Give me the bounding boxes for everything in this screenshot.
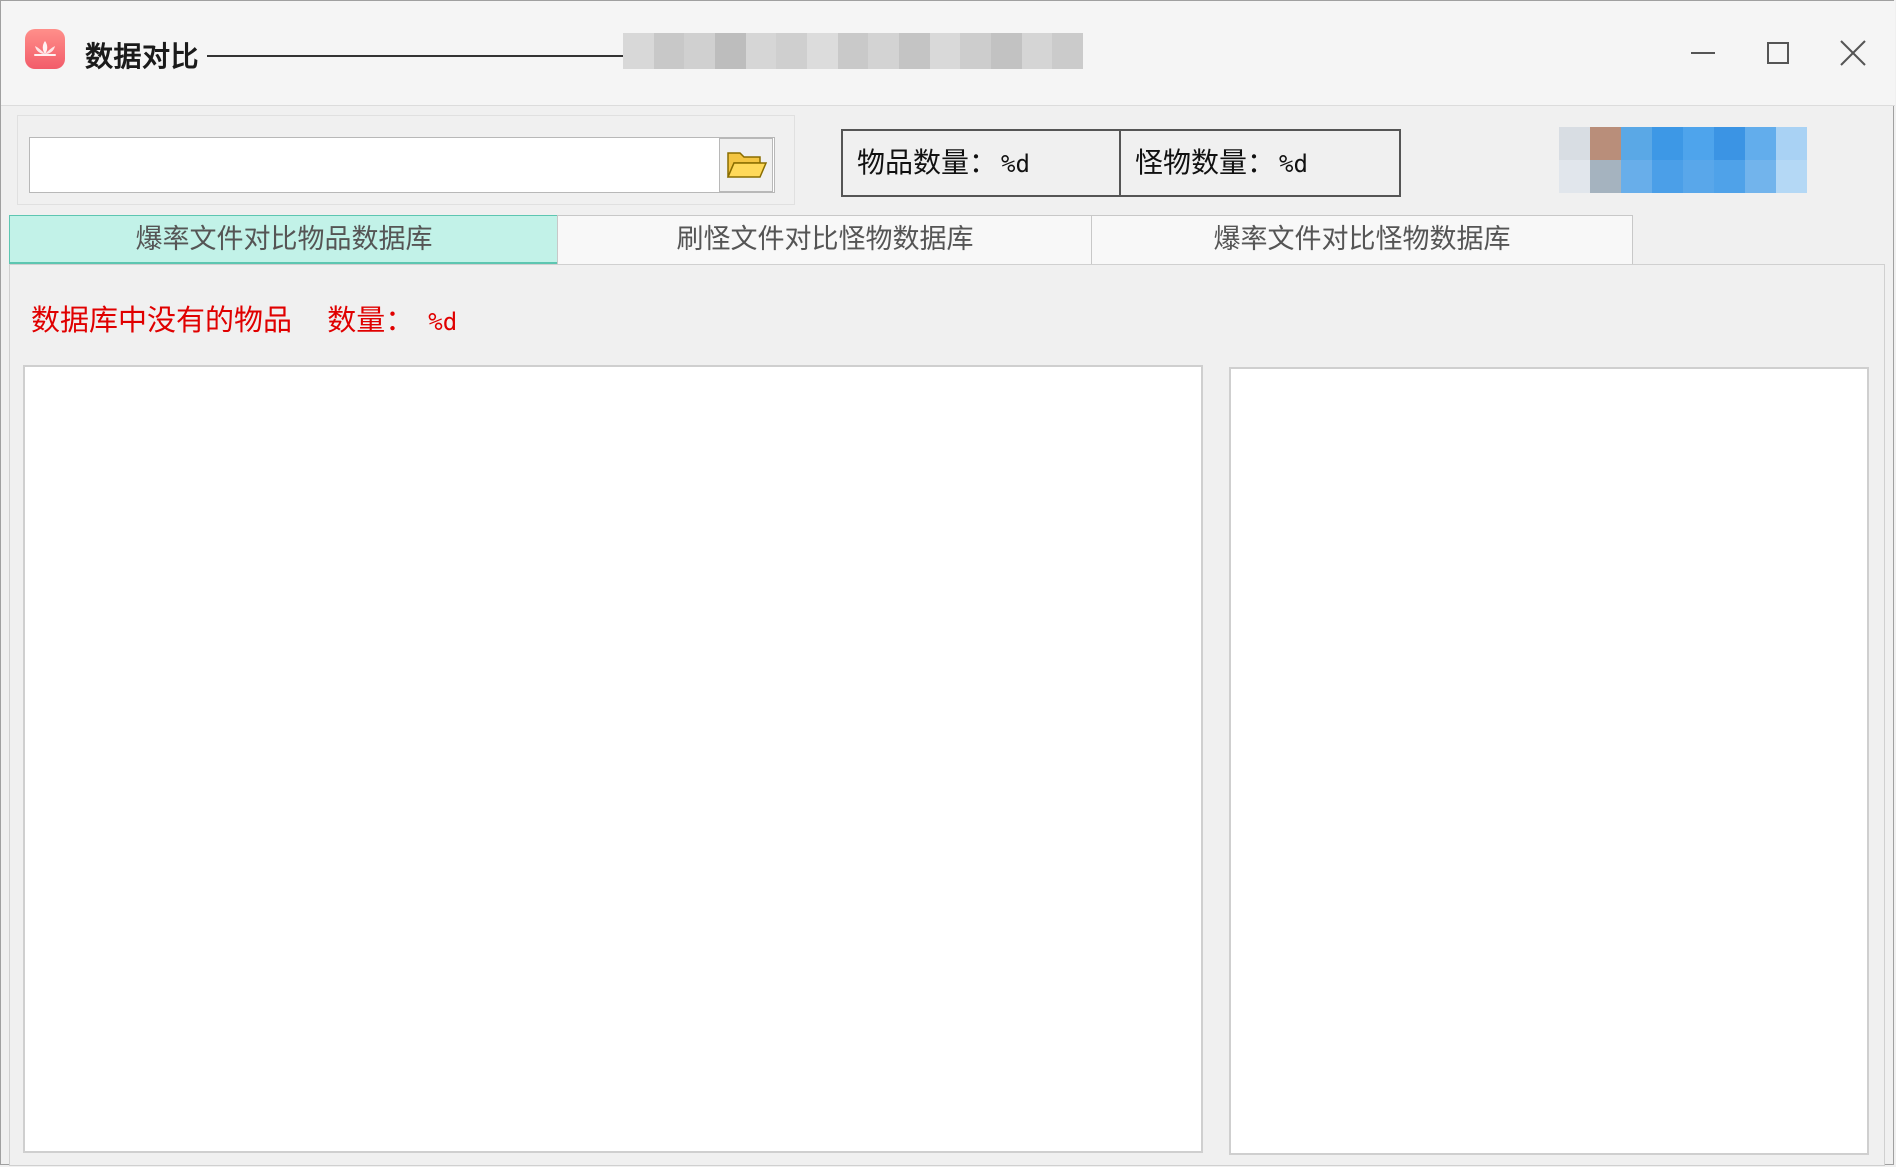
- item-count-display: 物品数量： %d: [841, 129, 1121, 197]
- missing-items-label: 数据库中没有的物品 数量： %d: [31, 297, 457, 339]
- missing-count-value: %d: [428, 308, 458, 336]
- app-window: 数据对比 物品数量： %d 怪物数量： %d 爆率文件对比物品数据库 刷怪文件对…: [0, 0, 1895, 1166]
- minimize-icon: [1691, 52, 1715, 54]
- title-bar[interactable]: 数据对比: [1, 1, 1895, 106]
- lotus-app-icon: [25, 29, 65, 69]
- redacted-action-button[interactable]: [1559, 127, 1807, 193]
- maximize-button[interactable]: [1756, 31, 1800, 75]
- item-count-label: 物品数量：: [857, 146, 998, 179]
- minimize-button[interactable]: [1681, 31, 1725, 75]
- folder-open-icon: [726, 152, 768, 178]
- monster-count-display: 怪物数量： %d: [1119, 129, 1401, 197]
- title-divider: [207, 55, 623, 57]
- monster-count-value: %d: [1279, 150, 1308, 178]
- close-button[interactable]: [1831, 31, 1875, 75]
- close-icon: [1840, 40, 1866, 66]
- maximize-icon: [1767, 42, 1789, 64]
- tab-drop-vs-item-db[interactable]: 爆率文件对比物品数据库: [9, 215, 559, 265]
- redacted-title-text: [623, 33, 1084, 69]
- missing-items-text: 数据库中没有的物品: [31, 303, 293, 337]
- monster-count-label: 怪物数量：: [1135, 146, 1276, 179]
- window-title: 数据对比: [85, 40, 200, 73]
- browse-folder-button[interactable]: [719, 138, 773, 192]
- file-path-input[interactable]: [29, 137, 775, 193]
- detail-list[interactable]: [1229, 367, 1869, 1155]
- tab-drop-vs-monster-db[interactable]: 爆率文件对比怪物数据库: [1091, 215, 1633, 265]
- item-count-value: %d: [1001, 150, 1030, 178]
- tab-spawn-vs-monster-db[interactable]: 刷怪文件对比怪物数据库: [557, 215, 1093, 265]
- missing-count-label: 数量：: [327, 303, 415, 337]
- missing-items-list[interactable]: [23, 365, 1203, 1153]
